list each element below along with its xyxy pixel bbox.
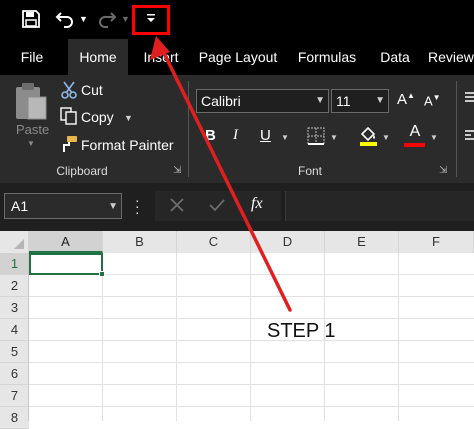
step-annotation-arrow [150, 36, 292, 312]
step-annotation-label: STEP 1 [267, 320, 336, 342]
